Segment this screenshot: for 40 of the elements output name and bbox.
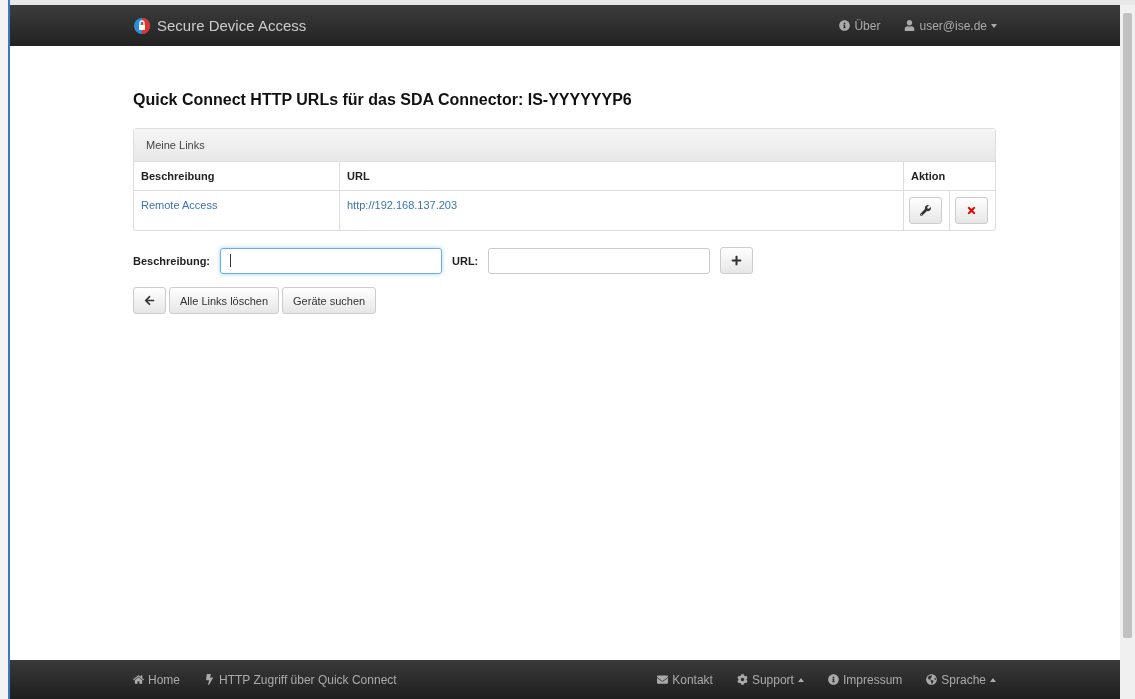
url-link[interactable]: http://192.168.137.203 bbox=[347, 199, 458, 211]
plus-icon bbox=[731, 255, 743, 266]
bolt-icon bbox=[204, 674, 215, 685]
scrollbar[interactable] bbox=[1120, 5, 1135, 699]
brand-link[interactable]: Secure Device Access bbox=[133, 16, 307, 35]
panel-heading: Meine Links bbox=[134, 129, 995, 162]
page-title: Quick Connect HTTP URLs für das SDA Connector: IS-YYYYYYP6 bbox=[133, 91, 633, 109]
settings-icon bbox=[736, 674, 748, 685]
column-header: Beschreibung bbox=[134, 162, 340, 191]
column-header: URL bbox=[339, 162, 904, 191]
home-icon bbox=[133, 674, 144, 685]
footer-link[interactable]: Sprache bbox=[926, 672, 996, 687]
description-link[interactable]: Remote Access bbox=[141, 199, 218, 211]
user-icon bbox=[904, 20, 916, 31]
back-button[interactable] bbox=[133, 287, 166, 314]
action-button[interactable]: Geräte suchen bbox=[282, 287, 377, 314]
column-header: Aktion bbox=[903, 162, 995, 191]
nav-link[interactable]: Über bbox=[839, 18, 881, 33]
info-icon bbox=[839, 20, 851, 31]
nav-link[interactable]: user@ise.de bbox=[904, 18, 997, 33]
footer-link[interactable]: Kontakt bbox=[657, 672, 713, 687]
edit-button[interactable] bbox=[909, 197, 942, 224]
field-label: Beschreibung: bbox=[133, 254, 210, 267]
info-icon bbox=[827, 674, 839, 685]
delete-button[interactable] bbox=[955, 197, 988, 224]
add-button[interactable] bbox=[720, 247, 754, 274]
field-label: URL: bbox=[452, 254, 479, 267]
wrench-icon bbox=[920, 205, 931, 216]
footer-link[interactable]: HTTP Zugriff über Quick Connect bbox=[204, 672, 397, 687]
arrow-left-icon bbox=[144, 295, 155, 306]
shield-logo-icon bbox=[133, 16, 151, 35]
input-field[interactable] bbox=[220, 247, 442, 274]
footer-link[interactable]: Home bbox=[133, 672, 180, 687]
footer-link[interactable]: Impressum bbox=[827, 672, 903, 687]
envelope-icon bbox=[657, 674, 669, 685]
input-field[interactable] bbox=[488, 247, 711, 274]
globe-icon bbox=[926, 674, 938, 685]
close-icon bbox=[966, 205, 977, 216]
action-button[interactable]: Alle Links löschen bbox=[169, 287, 280, 314]
footer-link[interactable]: Support bbox=[736, 672, 804, 687]
